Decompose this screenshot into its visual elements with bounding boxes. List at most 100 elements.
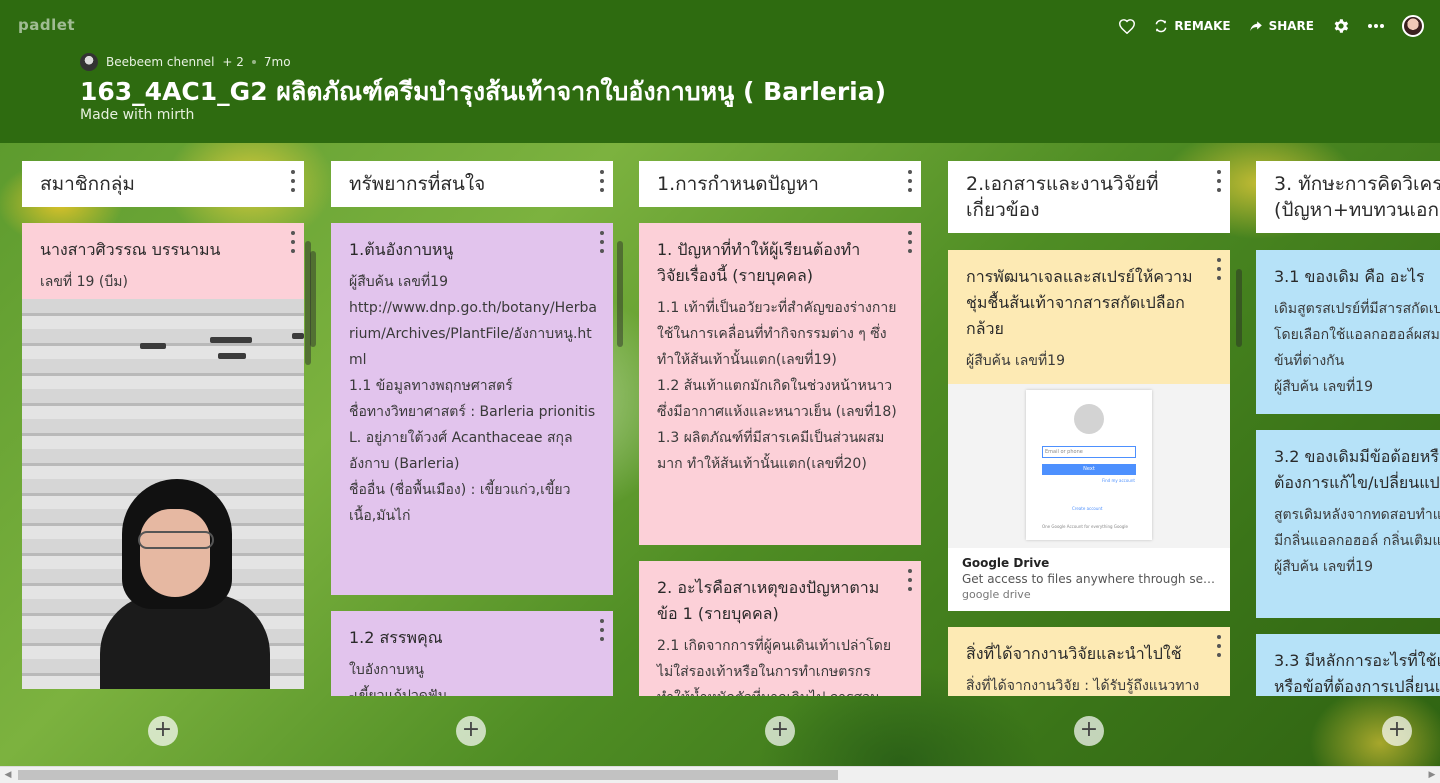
add-post-icon: +: [1387, 717, 1407, 742]
add-post-icon: +: [461, 717, 481, 742]
more-vertical-icon[interactable]: [1216, 170, 1222, 192]
post-card[interactable]: 1.ต้นอังกาบหนู ผู้สืบค้น เลขที่19 http:/…: [331, 223, 613, 595]
more-vertical-icon[interactable]: [907, 231, 913, 253]
column-scrollbar[interactable]: [1236, 269, 1242, 347]
add-post-icon: +: [770, 717, 790, 742]
post-title: 1.2 สรรพคุณ: [349, 628, 443, 647]
header-actions: REMAKE SHARE: [1118, 12, 1424, 40]
attachment-title: Google Drive: [962, 556, 1050, 570]
settings-button[interactable]: [1332, 17, 1350, 35]
post-photo[interactable]: [22, 299, 304, 689]
post-title: 3.1 ของเดิม คือ อะไร: [1274, 267, 1425, 286]
scrollbar-thumb[interactable]: [18, 770, 838, 780]
add-post-button[interactable]: +: [456, 716, 486, 746]
more-vertical-icon[interactable]: [907, 170, 913, 192]
post-card[interactable]: 2. อะไรคือสาเหตุของปัญหาตามข้อ 1 (รายบุค…: [639, 561, 921, 696]
post-body: สูตรเดิมหลังจากทดสอบทำแล้ว ผลิตภัณฑ์มีกล…: [1274, 507, 1440, 575]
padlet-logo[interactable]: padlet: [18, 16, 75, 34]
author-avatar: [80, 53, 98, 71]
post-title: 2. อะไรคือสาเหตุของปัญหาตามข้อ 1 (รายบุค…: [657, 578, 880, 623]
column-posts: การพัฒนาเจลและสเปรย์ให้ความชุ่มชื้นส้นเท…: [948, 250, 1230, 696]
post-card[interactable]: 3.3 มีหลักการอะไรที่ใช้แก้ไข หรือข้อที่ต…: [1256, 634, 1440, 696]
post-body: 1.1 ข้อมูลทางพฤกษศาสตร์ ชื่อทางวิทยาศาสต…: [349, 378, 596, 524]
more-vertical-icon[interactable]: [1216, 258, 1222, 280]
post-card[interactable]: การพัฒนาเจลและสเปรย์ให้ความชุ่มชื้นส้นเท…: [948, 250, 1230, 611]
padlet-wall: สมาชิกกลุ่ม นางสาวศิวรรณ บรรนามน เลขที่ …: [0, 143, 1440, 766]
post-body: เลขที่ 19 (บีม): [40, 274, 128, 290]
post-body: 1.1 เท้าที่เป็นอวัยวะที่สำคัญของร่างกาย …: [657, 300, 897, 472]
share-icon: [1249, 21, 1262, 32]
post-card[interactable]: สิ่งที่ได้จากงานวิจัยและนำไปใช้ สิ่งที่ไ…: [948, 627, 1230, 696]
add-post-icon: +: [1079, 717, 1099, 742]
post-card[interactable]: 3.2 ของเดิมมีข้อด้อยหรือข้อที่ต้องการแก้…: [1256, 430, 1440, 618]
post-title: การพัฒนาเจลและสเปรย์ให้ความชุ่มชื้นส้นเท…: [966, 267, 1193, 338]
more-vertical-icon[interactable]: [599, 170, 605, 192]
add-post-button[interactable]: +: [148, 716, 178, 746]
post-body: 2.1 เกิดจากการที่ผู้คนเดินเท้าเปล่าโดยไม…: [657, 638, 892, 696]
more-vertical-icon[interactable]: [290, 231, 296, 253]
remake-button[interactable]: REMAKE: [1154, 19, 1231, 33]
more-vertical-icon[interactable]: [1216, 635, 1222, 657]
collaborator-count[interactable]: + 2: [222, 55, 244, 69]
post-title: 1.ต้นอังกาบหนู: [349, 240, 454, 259]
heart-icon: [1119, 19, 1136, 34]
column-posts: 3.1 ของเดิม คือ อะไร เดิมสูตรสเปรย์ที่มี…: [1256, 250, 1440, 696]
add-post-icon: +: [153, 717, 173, 742]
post-card[interactable]: 1.2 สรรพคุณ ใบอังกาบหนู -เขี้ยวแก้ปวดฟัน: [331, 611, 613, 696]
post-card[interactable]: 1. ปัญหาที่ทำให้ผู้เรียนต้องทำวิจัยเรื่อ…: [639, 223, 921, 545]
more-icon: [1368, 24, 1384, 28]
column-scrollbar[interactable]: [617, 241, 623, 347]
author-name[interactable]: Beebeem chennel: [106, 55, 214, 69]
post-title: นางสาวศิวรรณ บรรนามน: [40, 240, 221, 259]
remake-label: REMAKE: [1174, 19, 1231, 33]
column-research: 2.เอกสารและงานวิจัยที่เกี่ยวข้อง การพัฒน…: [948, 161, 1242, 696]
add-post-button[interactable]: +: [765, 716, 795, 746]
column-posts: นางสาวศิวรรณ บรรนามน เลขที่ 19 (บีม): [22, 223, 304, 696]
share-label: SHARE: [1268, 19, 1314, 33]
padlet-title: 163_4AC1_G2 ผลิตภัณฑ์ครีมบำรุงส้นเท้าจาก…: [80, 77, 887, 106]
post-title: 3.3 มีหลักการอะไรที่ใช้แก้ไข หรือข้อที่ต…: [1274, 651, 1440, 696]
column-title: ทรัพยากรที่สนใจ: [349, 173, 486, 195]
column-scrollbar[interactable]: [305, 241, 311, 365]
more-vertical-icon[interactable]: [599, 619, 605, 641]
post-title: สิ่งที่ได้จากงานวิจัยและนำไปใช้: [966, 644, 1182, 663]
column-header: 1.การกำหนดปัญหา: [639, 161, 921, 207]
column-header: ทรัพยากรที่สนใจ: [331, 161, 613, 207]
more-vertical-icon[interactable]: [599, 231, 605, 253]
meta-separator: [251, 60, 256, 64]
post-title: 1. ปัญหาที่ทำให้ผู้เรียนต้องทำวิจัยเรื่อ…: [657, 240, 861, 285]
attachment-description: Get access to files anywhere through sec…: [962, 572, 1216, 586]
column-posts: 1. ปัญหาที่ทำให้ผู้เรียนต้องทำวิจัยเรื่อ…: [639, 223, 921, 696]
column-header: 2.เอกสารและงานวิจัยที่เกี่ยวข้อง: [948, 161, 1230, 233]
post-body: ใบอังกาบหนู -เขี้ยวแก้ปวดฟัน: [349, 662, 448, 696]
header: padlet REMAKE SHARE Beebeem chennel + 2 …: [0, 0, 1440, 143]
post-body: เดิมสูตรสเปรย์ที่มีสารสกัดเปลือกกล้วยโดย…: [1274, 301, 1440, 395]
post-body: ผู้สืบค้น เลขที่19: [966, 353, 1065, 369]
add-post-button[interactable]: +: [1382, 716, 1412, 746]
add-post-button[interactable]: +: [1074, 716, 1104, 746]
link-attachment[interactable]: Email or phone Next Find my account Crea…: [948, 384, 1230, 611]
gear-icon: [1334, 19, 1349, 33]
padlet-meta: Beebeem chennel + 2 7mo: [80, 53, 291, 71]
column-resources: ทรัพยากรที่สนใจ 1.ต้นอังกาบหนู ผู้สืบค้น…: [305, 161, 613, 696]
padlet-subtitle: Made with mirth: [80, 107, 195, 123]
like-button[interactable]: [1118, 18, 1136, 34]
column-title: 1.การกำหนดปัญหา: [657, 173, 819, 195]
post-intro: ผู้สืบค้น เลขที่19: [349, 274, 448, 290]
scroll-left-icon[interactable]: ◀: [2, 769, 14, 781]
more-vertical-icon[interactable]: [290, 170, 296, 192]
post-link[interactable]: http://www.dnp.go.th/botany/Herbarium/Ar…: [331, 295, 613, 373]
post-card[interactable]: 3.1 ของเดิม คือ อะไร เดิมสูตรสเปรย์ที่มี…: [1256, 250, 1440, 414]
column-title: สมาชิกกลุ่ม: [40, 173, 135, 195]
attachment-thumbnail: Email or phone Next Find my account Crea…: [948, 384, 1230, 548]
padlet-age: 7mo: [263, 55, 291, 69]
user-avatar[interactable]: [1402, 15, 1424, 37]
post-card[interactable]: นางสาวศิวรรณ บรรนามน เลขที่ 19 (บีม): [22, 223, 304, 689]
more-button[interactable]: [1368, 23, 1384, 29]
share-button[interactable]: SHARE: [1249, 19, 1314, 33]
post-body: สิ่งที่ได้จากงานวิจัย : ได้รับรู้ถึงแนวท…: [966, 678, 1200, 694]
column-analysis: 3. ทักษะการคิดวิเคราะห์ (ปัญหา+ทบทวนเอกส…: [1256, 161, 1440, 696]
scroll-right-icon[interactable]: ▶: [1426, 769, 1438, 781]
horizontal-scrollbar[interactable]: ◀ ▶: [0, 766, 1440, 783]
more-vertical-icon[interactable]: [907, 569, 913, 591]
